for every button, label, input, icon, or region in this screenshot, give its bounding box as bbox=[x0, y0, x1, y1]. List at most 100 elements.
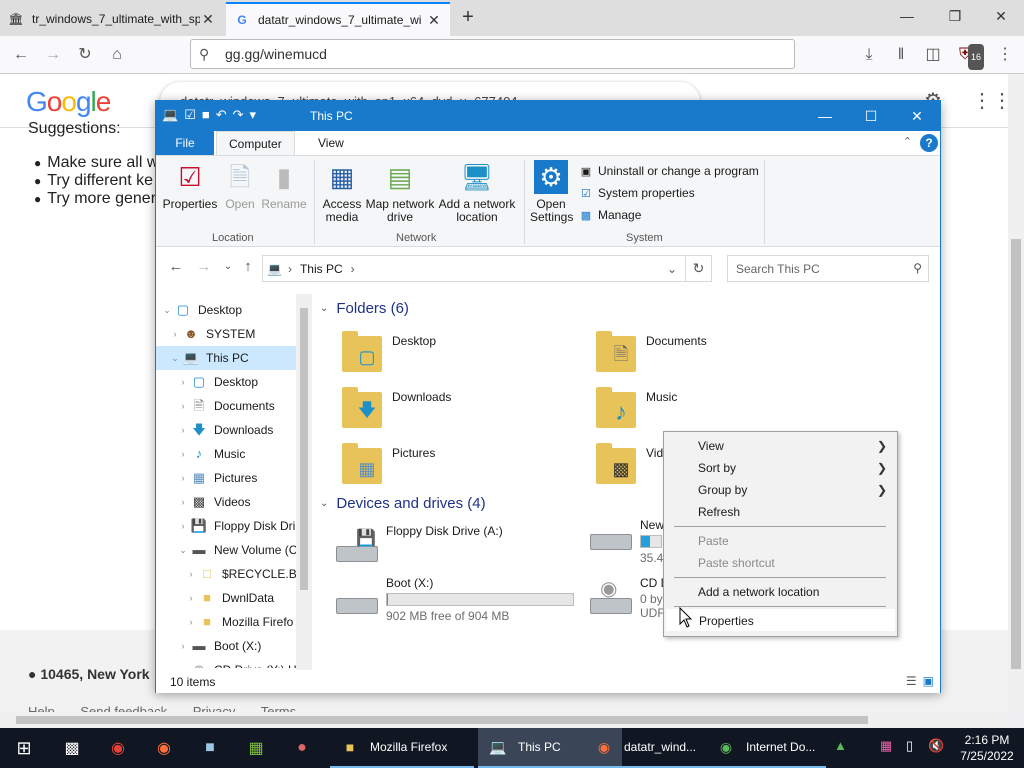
windows-start-icon[interactable]: ⊞ bbox=[0, 728, 48, 768]
folder-tile-desktop[interactable]: ▢ Desktop bbox=[340, 328, 580, 380]
chrome-icon[interactable]: ◉ bbox=[98, 728, 138, 768]
library-icon[interactable]: ‖ bbox=[888, 42, 914, 68]
close-tab-icon[interactable]: ✕ bbox=[200, 11, 216, 28]
nav-item-pictures[interactable]: › ▦ Pictures bbox=[176, 466, 312, 490]
url-bar[interactable]: ⚲ gg.gg/winemucd bbox=[190, 39, 795, 69]
new-folder-icon[interactable]: ■ bbox=[202, 107, 210, 123]
sidebar-icon[interactable]: ◫ bbox=[920, 42, 946, 68]
rename-button[interactable]: ▮ Rename bbox=[260, 160, 308, 211]
menu-item-add-network-location[interactable]: Add a network location bbox=[666, 581, 895, 603]
menu-item-paste-shortcut[interactable]: Paste shortcut bbox=[666, 552, 895, 574]
help-icon[interactable]: ? bbox=[920, 134, 938, 152]
terminal-icon[interactable]: ▩ bbox=[52, 728, 92, 768]
collapse-chevron-icon[interactable]: ⌄ bbox=[168, 346, 182, 370]
drives-group-header[interactable]: ⌄ Devices and drives (4) bbox=[320, 495, 486, 512]
explorer-titlebar[interactable]: 💻 ☑ ■ ↶ ↷ ▾ This PC — ☐ ✕ bbox=[156, 101, 940, 131]
expand-chevron-icon[interactable]: › bbox=[184, 586, 198, 610]
menu-item-paste[interactable]: Paste bbox=[666, 530, 895, 552]
address-dropdown-icon[interactable]: ⌄ bbox=[667, 262, 677, 276]
new-tab-button[interactable]: + bbox=[456, 6, 480, 30]
google-logo[interactable]: Google bbox=[26, 86, 111, 118]
recent-locations-icon[interactable]: ⌄ bbox=[218, 261, 238, 272]
notepad-icon[interactable]: ■ bbox=[190, 728, 230, 768]
nav-item-floppy[interactable]: › 💾 Floppy Disk Dri bbox=[176, 514, 312, 538]
collapse-chevron-icon[interactable]: ⌄ bbox=[320, 303, 328, 314]
manage-button[interactable]: ▩ Manage bbox=[578, 208, 642, 222]
nav-item-documents[interactable]: › 🗎 Documents bbox=[176, 394, 312, 418]
folder-tile-documents[interactable]: 🗎 Documents bbox=[594, 328, 834, 380]
volume-muted-icon[interactable]: 🔇 bbox=[928, 738, 944, 754]
expand-chevron-icon[interactable]: › bbox=[184, 562, 198, 586]
nav-item-desktop[interactable]: ⌄ ▢ Desktop bbox=[160, 298, 312, 322]
close-tab-icon[interactable]: ✕ bbox=[426, 12, 442, 29]
nav-item-downloads[interactable]: › 🡇 Downloads bbox=[176, 418, 312, 442]
nav-item-mozilla-firefox[interactable]: › ■ Mozilla Firefo bbox=[184, 610, 312, 634]
reload-icon[interactable]: ↻ bbox=[72, 42, 98, 68]
add-network-location-button[interactable]: 🖥 Add a network location bbox=[438, 160, 516, 224]
nav-item-cd-drive[interactable]: › ◉ CD Drive (Y:) H bbox=[176, 658, 312, 668]
expand-chevron-icon[interactable]: › bbox=[168, 322, 182, 346]
expand-chevron-icon[interactable]: › bbox=[176, 442, 190, 466]
scrollbar-thumb[interactable] bbox=[16, 716, 868, 724]
downloads-icon[interactable]: ⤓ bbox=[856, 42, 882, 68]
expand-chevron-icon[interactable]: › bbox=[176, 394, 190, 418]
spreadsheet-icon[interactable]: ▦ bbox=[236, 728, 276, 768]
folder-tile-music[interactable]: ♪ Music bbox=[594, 384, 834, 436]
menu-item-refresh[interactable]: Refresh bbox=[666, 501, 895, 523]
back-arrow-icon[interactable]: ← bbox=[166, 258, 186, 275]
drive-tile-boot[interactable]: Boot (X:) 902 MB free of 904 MB bbox=[334, 576, 574, 628]
nav-item-desktop-sub[interactable]: › ▢ Desktop bbox=[176, 370, 312, 394]
taskbar-app-mozilla-firefox[interactable]: ■ Mozilla Firefox bbox=[330, 728, 474, 768]
folders-group-header[interactable]: ⌄ Folders (6) bbox=[320, 300, 409, 317]
nav-item-dwnldata[interactable]: › ■ DwnlData bbox=[184, 586, 312, 610]
collapse-chevron-icon[interactable]: ⌄ bbox=[160, 298, 174, 322]
menu-icon[interactable]: ⋮ bbox=[992, 42, 1018, 68]
back-arrow-icon[interactable]: ← bbox=[8, 42, 34, 68]
undo-icon[interactable]: ↶ bbox=[216, 107, 227, 123]
folder-tile-pictures[interactable]: ▦ Pictures bbox=[340, 440, 580, 492]
page-vertical-scrollbar[interactable] bbox=[1008, 74, 1024, 714]
folder-tile-downloads[interactable]: 🡇 Downloads bbox=[340, 384, 580, 436]
expand-chevron-icon[interactable]: › bbox=[176, 658, 190, 668]
map-network-drive-button[interactable]: ▤ Map network drive bbox=[364, 160, 436, 224]
expand-chevron-icon[interactable]: › bbox=[176, 466, 190, 490]
up-arrow-icon[interactable]: ↑ bbox=[238, 258, 258, 275]
properties-icon[interactable]: ☑ bbox=[184, 107, 196, 123]
tab-computer[interactable]: Computer bbox=[216, 131, 295, 155]
nav-item-recycle-bin[interactable]: › □ $RECYCLE.BIN bbox=[184, 562, 312, 586]
open-settings-button[interactable]: ⚙ Open Settings bbox=[530, 160, 573, 224]
menu-item-properties[interactable]: Properties bbox=[666, 609, 895, 631]
refresh-icon[interactable]: ↻ bbox=[686, 255, 712, 282]
collapse-ribbon-icon[interactable]: ⌃ bbox=[903, 135, 912, 148]
restore-button[interactable]: ❐ bbox=[932, 0, 978, 34]
drive-tile-floppy[interactable]: 💾 Floppy Disk Drive (A:) bbox=[334, 524, 574, 570]
expand-chevron-icon[interactable]: › bbox=[176, 370, 190, 394]
redo-icon[interactable]: ↷ bbox=[233, 107, 244, 123]
firefox-icon[interactable]: ◉ bbox=[144, 728, 184, 768]
nav-item-system[interactable]: › ☻ SYSTEM bbox=[168, 322, 312, 346]
minimize-button[interactable]: — bbox=[802, 101, 848, 131]
menu-item-group-by[interactable]: Group by ❯ bbox=[666, 479, 895, 501]
properties-button[interactable]: ☑ Properties bbox=[162, 160, 218, 211]
expand-chevron-icon[interactable]: › bbox=[176, 490, 190, 514]
nav-item-music[interactable]: › ♪ Music bbox=[176, 442, 312, 466]
close-button[interactable]: ✕ bbox=[894, 101, 940, 131]
expand-chevron-icon[interactable]: › bbox=[176, 514, 190, 538]
search-input[interactable]: Search This PC ⚲ bbox=[727, 255, 929, 282]
system-properties-button[interactable]: ☑ System properties bbox=[578, 186, 695, 200]
browser-tab-1[interactable]: 🏛 tr_windows_7_ultimate_with_sp ✕ bbox=[0, 2, 224, 36]
collapse-chevron-icon[interactable]: ⌄ bbox=[320, 498, 328, 509]
paint-icon[interactable]: ● bbox=[282, 728, 322, 768]
forward-arrow-icon[interactable]: → bbox=[40, 42, 66, 68]
browser-tab-2[interactable]: G datatr_windows_7_ultimate_wi ✕ bbox=[226, 2, 450, 36]
breadcrumb[interactable]: This PC bbox=[300, 262, 343, 276]
uninstall-program-button[interactable]: ▣ Uninstall or change a program bbox=[578, 164, 759, 178]
ublock-icon[interactable]: ⛨ 16 bbox=[952, 42, 984, 70]
taskbar-app-datatr[interactable]: ◉ datatr_wind... bbox=[584, 728, 714, 768]
nav-item-new-volume[interactable]: ⌄ ▬ New Volume (C bbox=[176, 538, 312, 562]
collapse-chevron-icon[interactable]: ⌄ bbox=[176, 538, 190, 562]
nav-item-videos[interactable]: › ▩ Videos bbox=[176, 490, 312, 514]
scrollbar-thumb[interactable] bbox=[300, 308, 308, 590]
menu-item-sort-by[interactable]: Sort by ❯ bbox=[666, 457, 895, 479]
expand-chevron-icon[interactable]: › bbox=[176, 634, 190, 658]
